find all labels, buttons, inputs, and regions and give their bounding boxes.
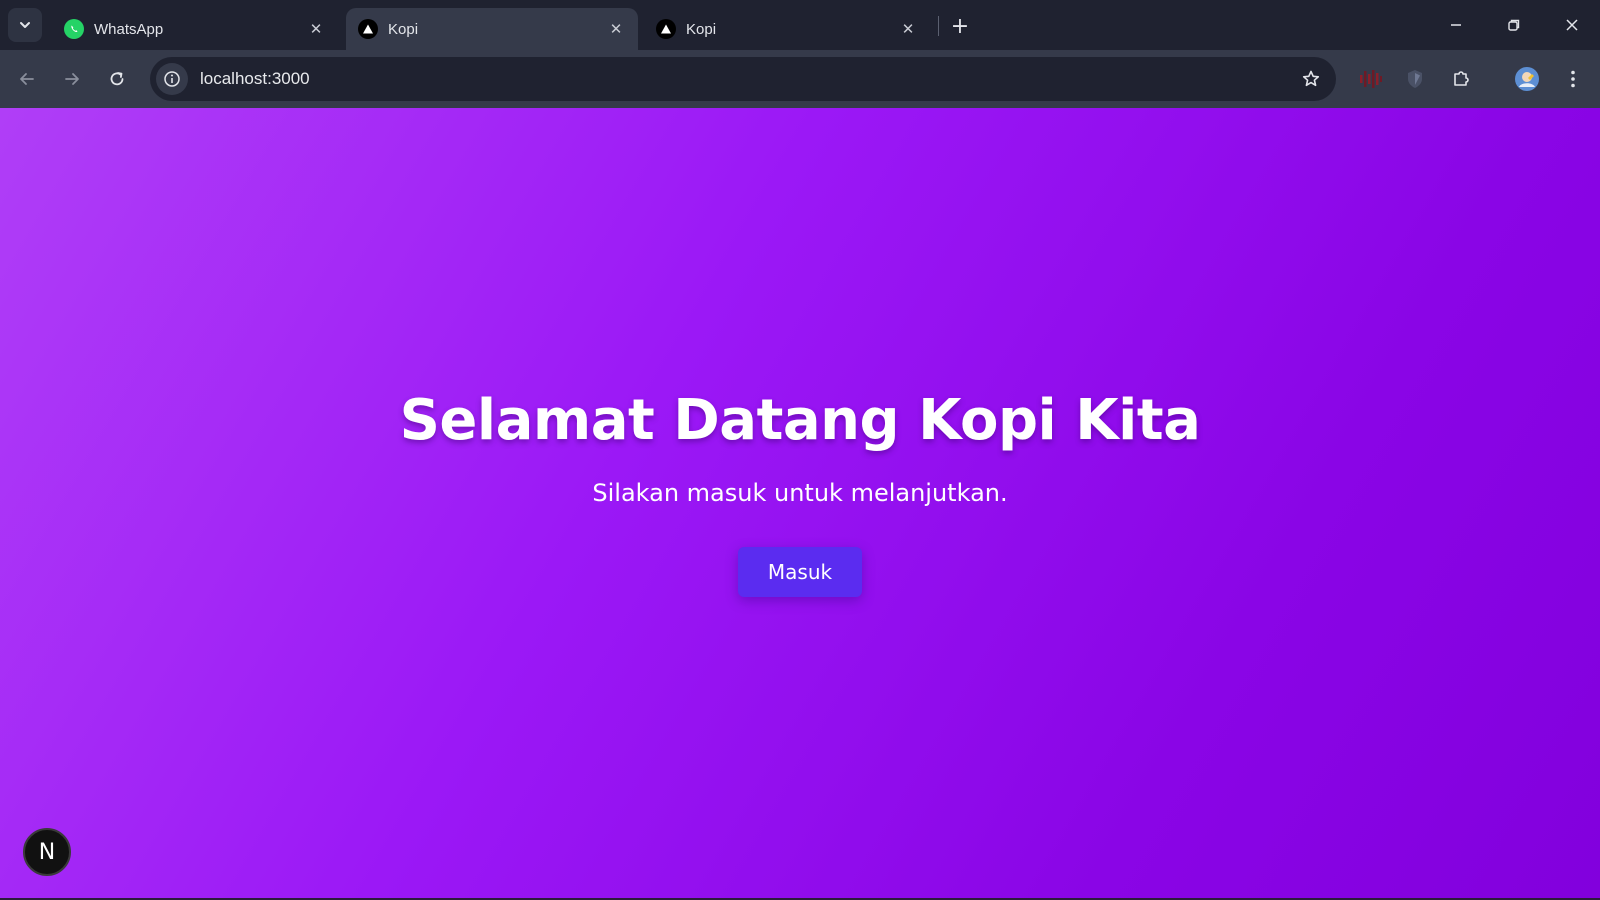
tab-kopi[interactable]: Kopi ✕ xyxy=(644,8,930,50)
nextjs-triangle-icon xyxy=(358,19,378,39)
minimize-button[interactable] xyxy=(1438,8,1474,42)
tab-whatsapp[interactable]: WhatsApp ✕ xyxy=(52,8,338,50)
close-tab-icon[interactable]: ✕ xyxy=(898,19,918,39)
site-info-button[interactable] xyxy=(156,63,188,95)
arrow-right-icon xyxy=(65,73,79,85)
tab-title: Kopi xyxy=(686,20,717,38)
bookmark-button[interactable] xyxy=(1294,62,1328,96)
forward-button[interactable] xyxy=(55,62,89,96)
new-tab-button[interactable]: + xyxy=(946,12,974,40)
tab-title: Kopi xyxy=(388,20,419,38)
extension-shield-button[interactable] xyxy=(1398,62,1432,96)
close-tab-icon[interactable]: ✕ xyxy=(306,19,326,39)
audio-bars-icon xyxy=(1360,70,1382,88)
reload-button[interactable] xyxy=(100,62,134,96)
page-subtitle: Silakan masuk untuk melanjutkan. xyxy=(592,479,1008,507)
whatsapp-icon xyxy=(64,19,84,39)
nextjs-devtools-badge[interactable]: N xyxy=(23,828,71,876)
url-text[interactable]: localhost:3000 xyxy=(200,69,1294,89)
puzzle-icon xyxy=(1454,71,1469,86)
restore-button[interactable] xyxy=(1496,8,1532,42)
tab-divider xyxy=(938,16,939,36)
back-button[interactable] xyxy=(10,62,44,96)
avatar xyxy=(1515,67,1539,91)
reload-icon xyxy=(110,72,124,86)
chevron-down-icon xyxy=(20,22,30,28)
browser-toolbar: localhost:3000 xyxy=(0,50,1600,138)
tab-search-button[interactable] xyxy=(8,8,42,42)
hero-section: Selamat Datang Kopi Kita Silakan masuk u… xyxy=(0,388,1600,597)
close-tab-icon[interactable]: ✕ xyxy=(606,19,626,39)
tab-title: WhatsApp xyxy=(94,20,164,38)
extension-audio-button[interactable] xyxy=(1354,62,1388,96)
login-button[interactable]: Masuk xyxy=(738,547,862,597)
close-icon xyxy=(1566,19,1578,31)
address-bar[interactable]: localhost:3000 xyxy=(150,57,1336,101)
star-icon xyxy=(1302,70,1320,87)
page-viewport: Selamat Datang Kopi Kita Silakan masuk u… xyxy=(0,108,1600,900)
more-vert-icon xyxy=(1571,70,1575,88)
arrow-left-icon xyxy=(20,73,34,85)
browser-menu-button[interactable] xyxy=(1556,62,1590,96)
tab-strip: WhatsApp ✕ Kopi ✕ Kopi ✕ + xyxy=(0,0,1600,50)
tab-kopi-active[interactable]: Kopi ✕ xyxy=(346,8,638,50)
extensions-button[interactable] xyxy=(1444,62,1478,96)
shield-icon xyxy=(1408,70,1422,88)
close-window-button[interactable] xyxy=(1554,8,1590,42)
nextjs-triangle-icon xyxy=(656,19,676,39)
info-icon xyxy=(164,71,180,87)
restore-icon xyxy=(1508,19,1520,31)
page-title: Selamat Datang Kopi Kita xyxy=(399,388,1201,453)
minimize-icon xyxy=(1451,24,1461,26)
profile-button[interactable] xyxy=(1510,62,1544,96)
